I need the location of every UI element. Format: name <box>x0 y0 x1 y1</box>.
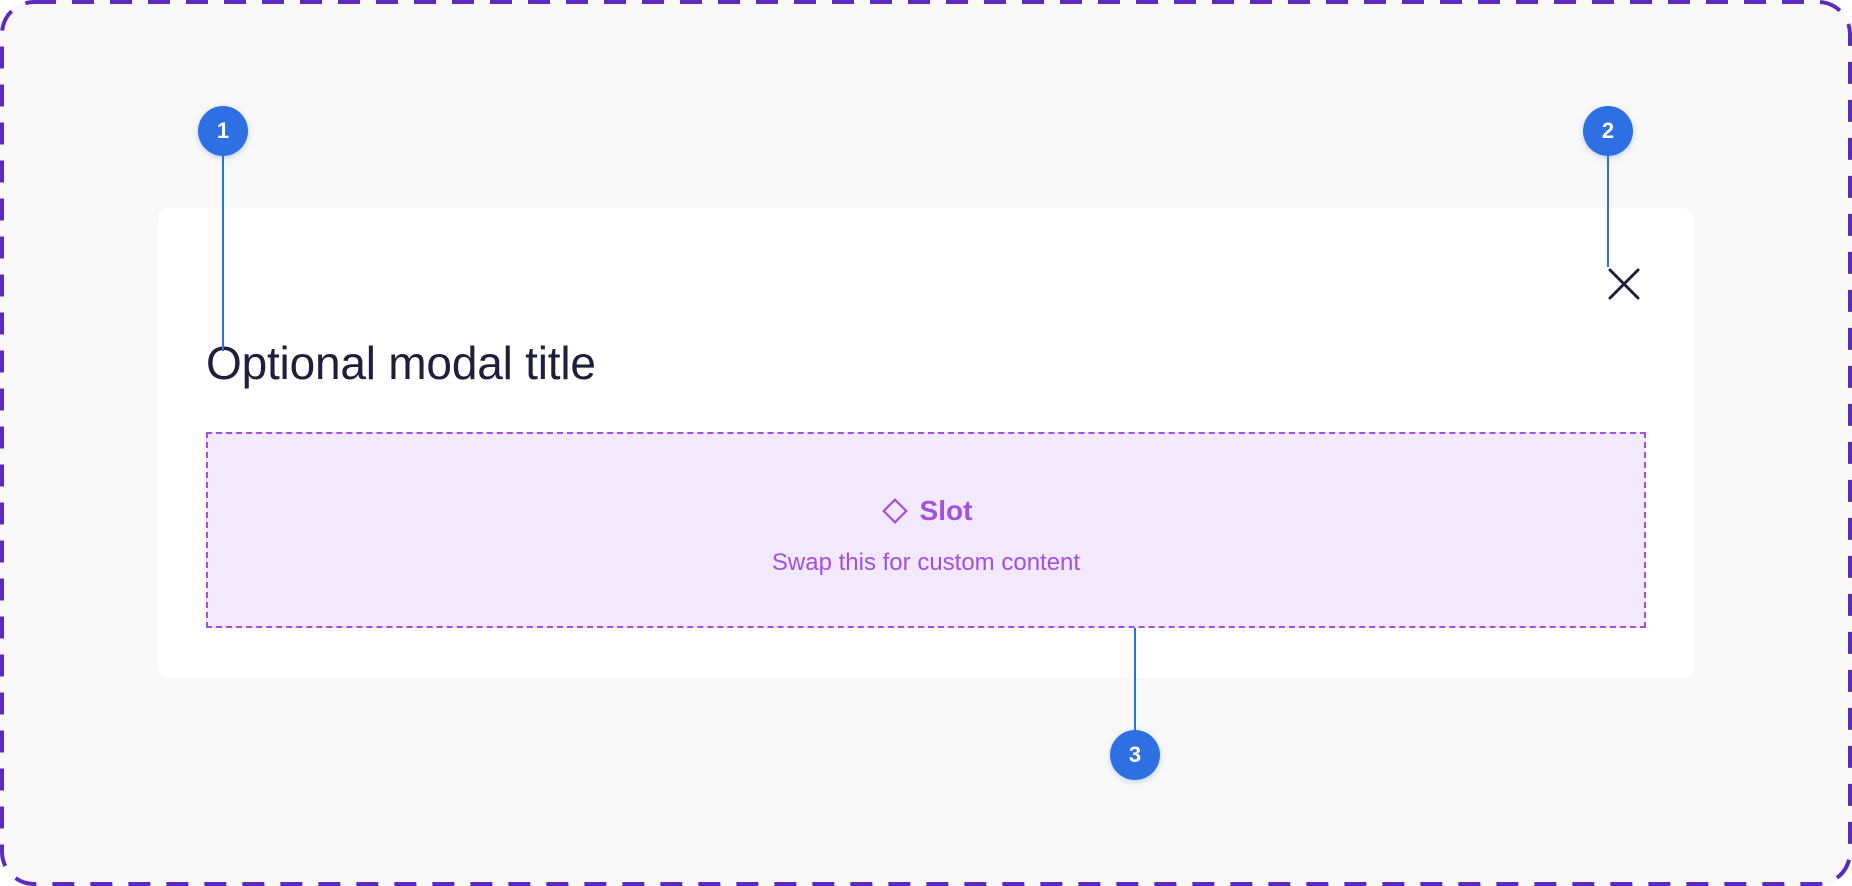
close-icon <box>1608 268 1640 300</box>
annotation-badge-3: 3 <box>1110 730 1160 780</box>
diamond-icon <box>881 498 908 524</box>
annotation-1-leader <box>222 135 224 351</box>
component-frame: Optional modal title Slot Swap this for … <box>0 0 1852 886</box>
slot-label: Slot <box>919 495 973 526</box>
annotation-3-leader <box>1134 628 1136 738</box>
annotation-badge-1: 1 <box>198 106 248 156</box>
annotation-badge-2: 2 <box>1583 106 1633 156</box>
slot-heading: Slot <box>208 495 1644 527</box>
close-button[interactable] <box>1604 264 1644 304</box>
modal-title: Optional modal title <box>206 337 596 389</box>
content-slot: Slot Swap this for custom content <box>206 432 1646 628</box>
slot-description: Swap this for custom content <box>771 549 1081 576</box>
modal-dialog: Optional modal title Slot Swap this for … <box>158 208 1694 678</box>
